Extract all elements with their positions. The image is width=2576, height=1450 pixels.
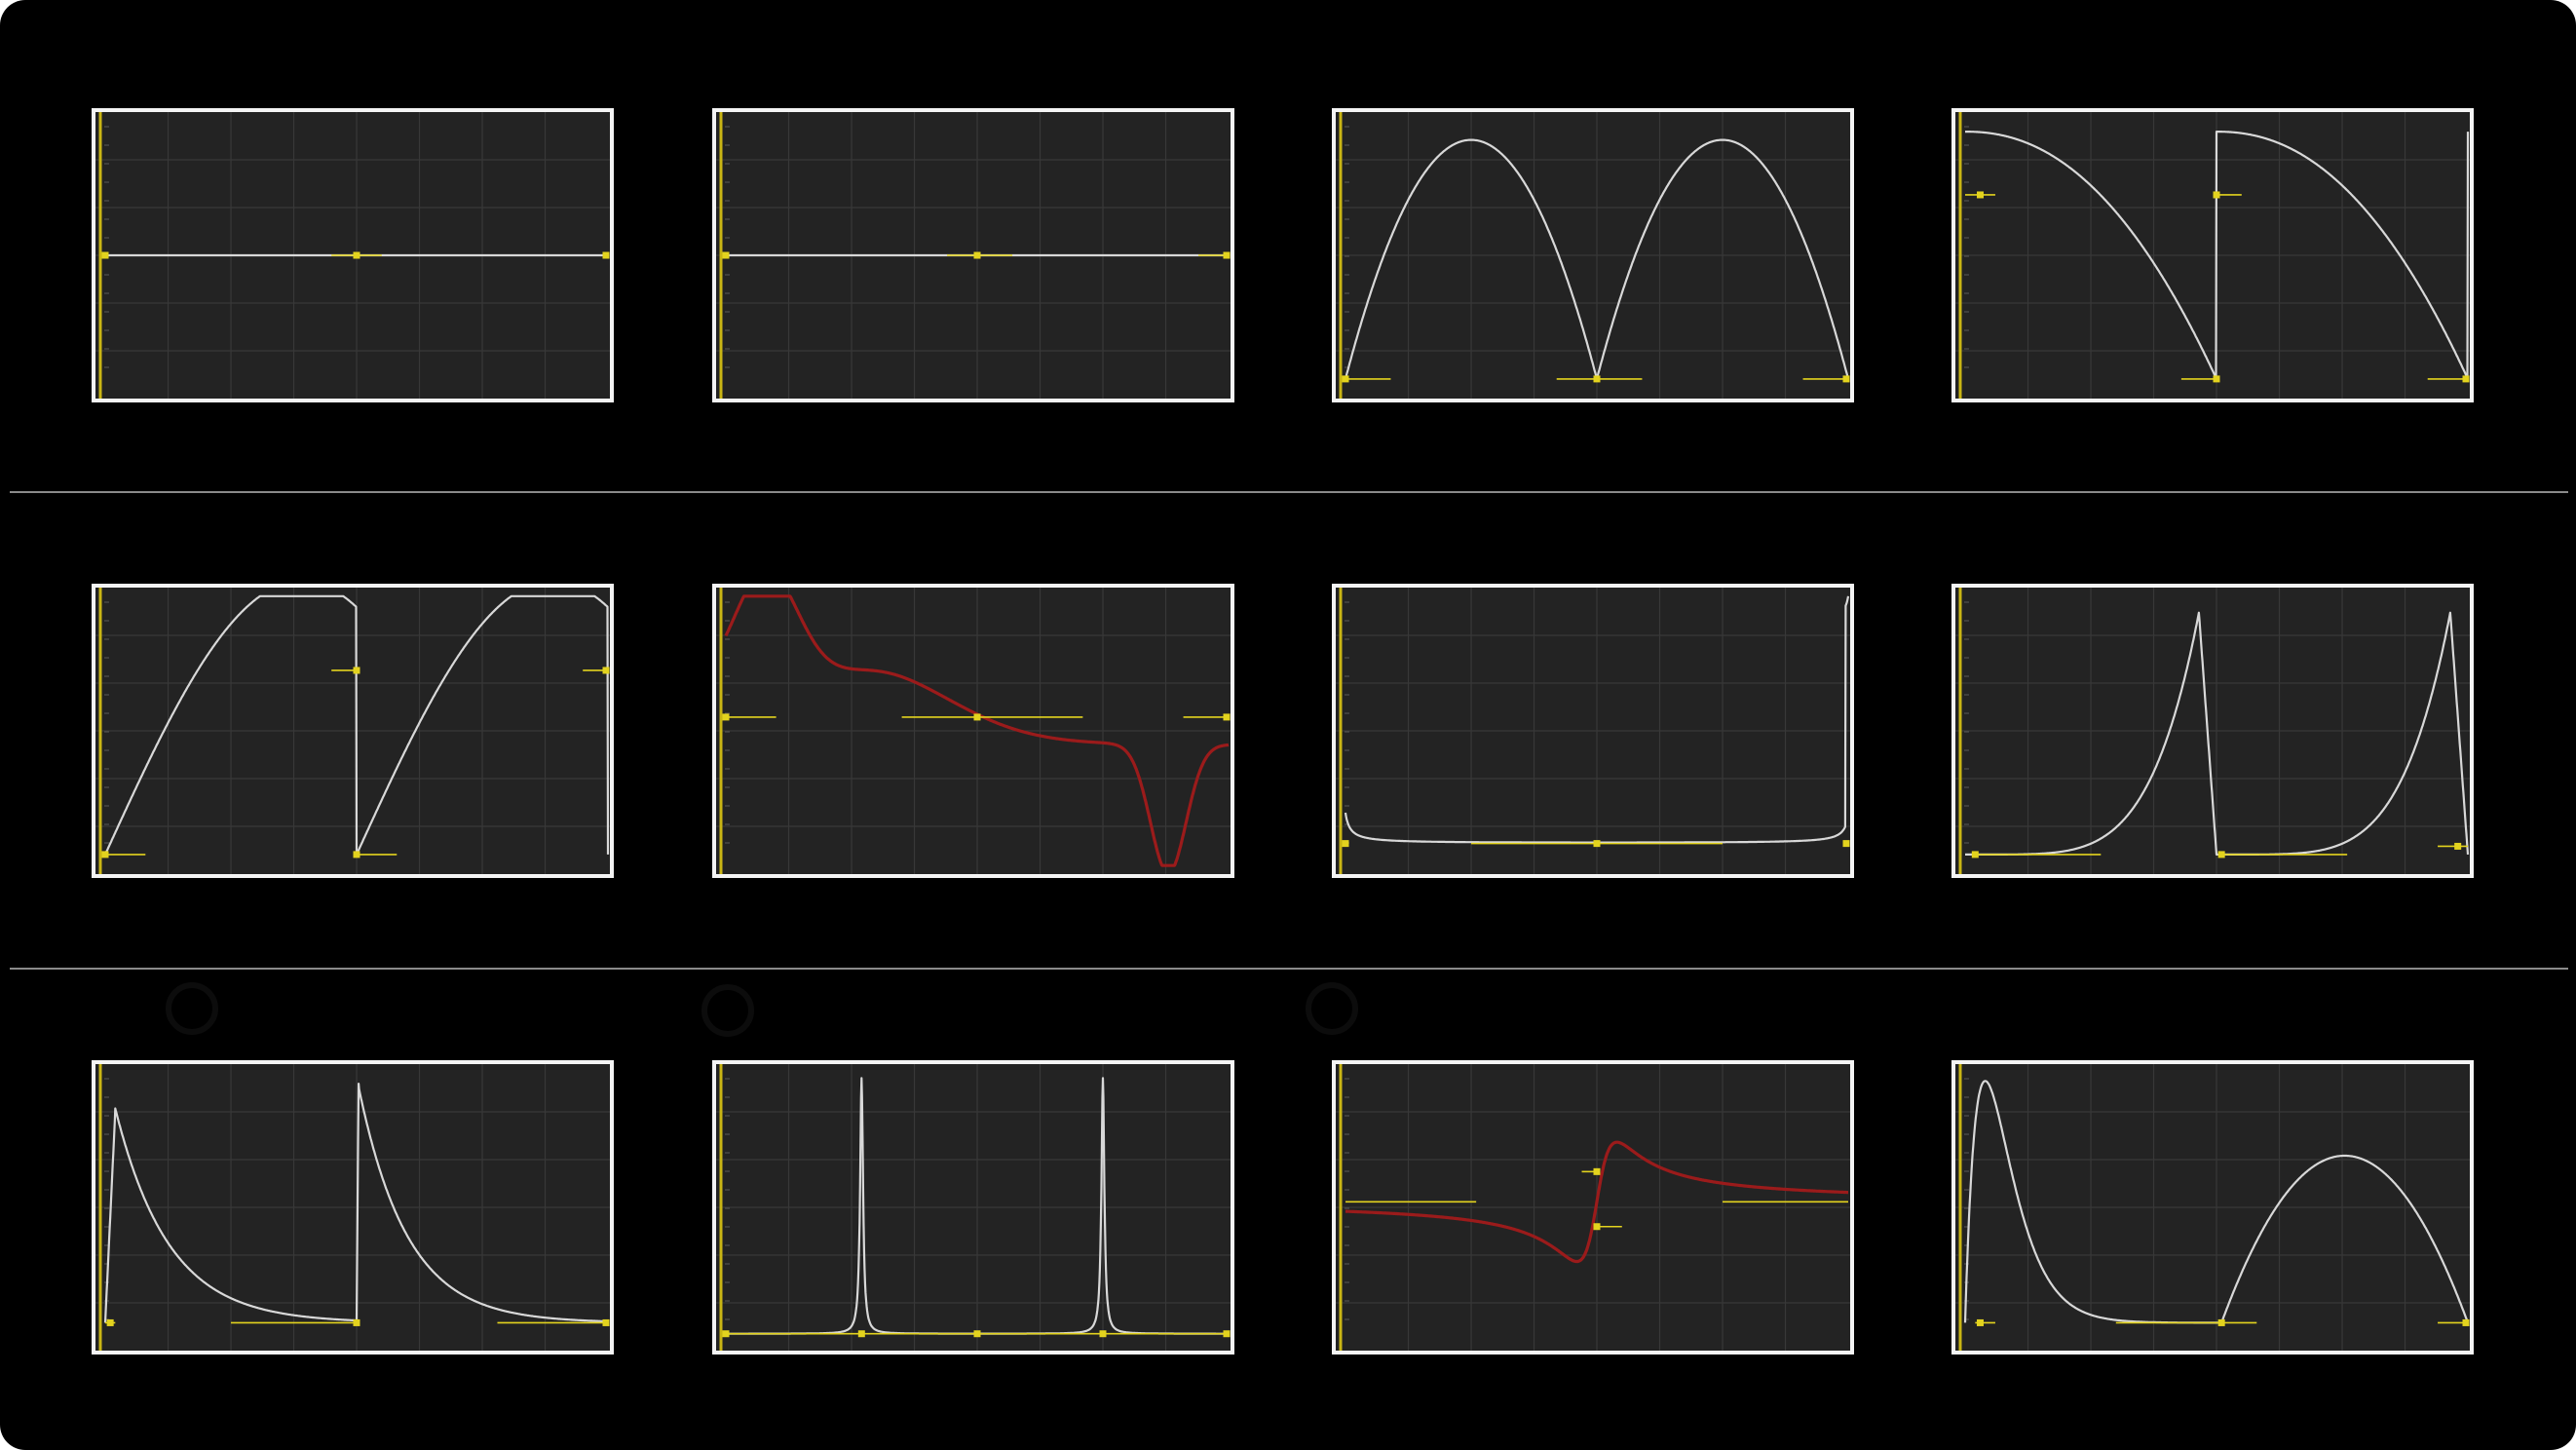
grid-lines [95,588,610,874]
curve-panel-sawtooth-falls[interactable] [1951,108,2474,402]
keyframe-point[interactable] [1223,251,1231,259]
curve-panel-bathtub[interactable] [1332,584,1854,878]
grid-lines [1955,588,2470,874]
keyframe-point[interactable] [1593,375,1601,383]
keyframe-point[interactable] [973,251,981,259]
curve-panel-pulse-arc[interactable] [1951,1060,2474,1355]
keyframe-point[interactable] [722,1330,730,1338]
curve-graph [1955,588,2470,874]
grid-lines [716,1064,1231,1351]
curve-graph [1336,112,1850,399]
keyframe-point[interactable] [353,1318,360,1326]
keyframe-point[interactable] [2462,1318,2470,1326]
curve-panel-flat-1[interactable] [92,108,614,402]
curve-panel-damped-wave[interactable] [712,584,1234,878]
curve-panel-decay-spikes[interactable] [92,1060,614,1355]
keyframe-point[interactable] [602,251,610,259]
keyframe-point[interactable] [353,251,360,259]
keyframe-point[interactable] [1593,840,1601,848]
grid-lines [1336,588,1850,874]
keyframe-point[interactable] [353,851,360,859]
keyframe-point[interactable] [1593,1167,1601,1175]
keyframe-point[interactable] [2217,851,2225,859]
keyframe-point[interactable] [2454,842,2462,850]
curve-graph [1955,112,2470,399]
keyframe-point[interactable] [1976,1318,1984,1326]
keyframe-point[interactable] [2213,375,2220,383]
circle-mark-2 [701,984,754,1037]
curve-graph [95,1064,610,1351]
keyframe-point[interactable] [1223,713,1231,721]
curve-graph [716,112,1231,399]
curve-panel-dispersion[interactable] [1332,1060,1854,1355]
keyframe-point[interactable] [2217,1318,2225,1326]
row-divider-2 [10,968,2568,970]
grid-lines [1955,1064,2470,1351]
keyframe-point[interactable] [1223,1330,1231,1338]
curve-graph [95,588,610,874]
keyframe-point[interactable] [106,1318,114,1326]
keyframe-point[interactable] [353,667,360,674]
curve-presets-screen [0,0,2576,1450]
keyframe-point[interactable] [722,251,730,259]
curve-graph [1336,588,1850,874]
keyframe-point[interactable] [973,1330,981,1338]
keyframe-point[interactable] [2213,191,2220,199]
keyframe-point[interactable] [2462,375,2470,383]
grid-lines [1336,1064,1850,1351]
keyframe-point[interactable] [973,713,981,721]
grid-lines [1955,112,2470,399]
keyframe-point[interactable] [101,251,109,259]
keyframe-point[interactable] [602,1318,610,1326]
keyframe-point[interactable] [1976,191,1984,199]
curve-panel-sawtooth-rises[interactable] [92,584,614,878]
curve-graph [1336,1064,1850,1351]
keyframe-point[interactable] [1842,840,1850,848]
curve-graph [95,112,610,399]
curve-panel-resonance[interactable] [712,1060,1234,1355]
curve-panel-spike-ramps[interactable] [1951,584,2474,878]
keyframe-point[interactable] [1842,375,1850,383]
keyframe-point[interactable] [1342,375,1349,383]
curve-panel-bounce[interactable] [1332,108,1854,402]
keyframe-point[interactable] [1342,840,1349,848]
row-divider-1 [10,491,2568,493]
keyframe-point[interactable] [101,851,109,859]
keyframe-point[interactable] [857,1330,865,1338]
keyframe-point[interactable] [1593,1223,1601,1231]
curve-graph [1955,1064,2470,1351]
circle-mark-1 [166,982,218,1035]
keyframe-point[interactable] [722,713,730,721]
curve-graph [716,588,1231,874]
curve-panel-flat-2[interactable] [712,108,1234,402]
grid-lines [95,1064,610,1351]
keyframe-point[interactable] [602,667,610,674]
curve-graph [716,1064,1231,1351]
circle-mark-3 [1306,982,1358,1035]
grid-lines [1336,112,1850,399]
keyframe-point[interactable] [1099,1330,1107,1338]
keyframe-point[interactable] [1971,851,1979,859]
